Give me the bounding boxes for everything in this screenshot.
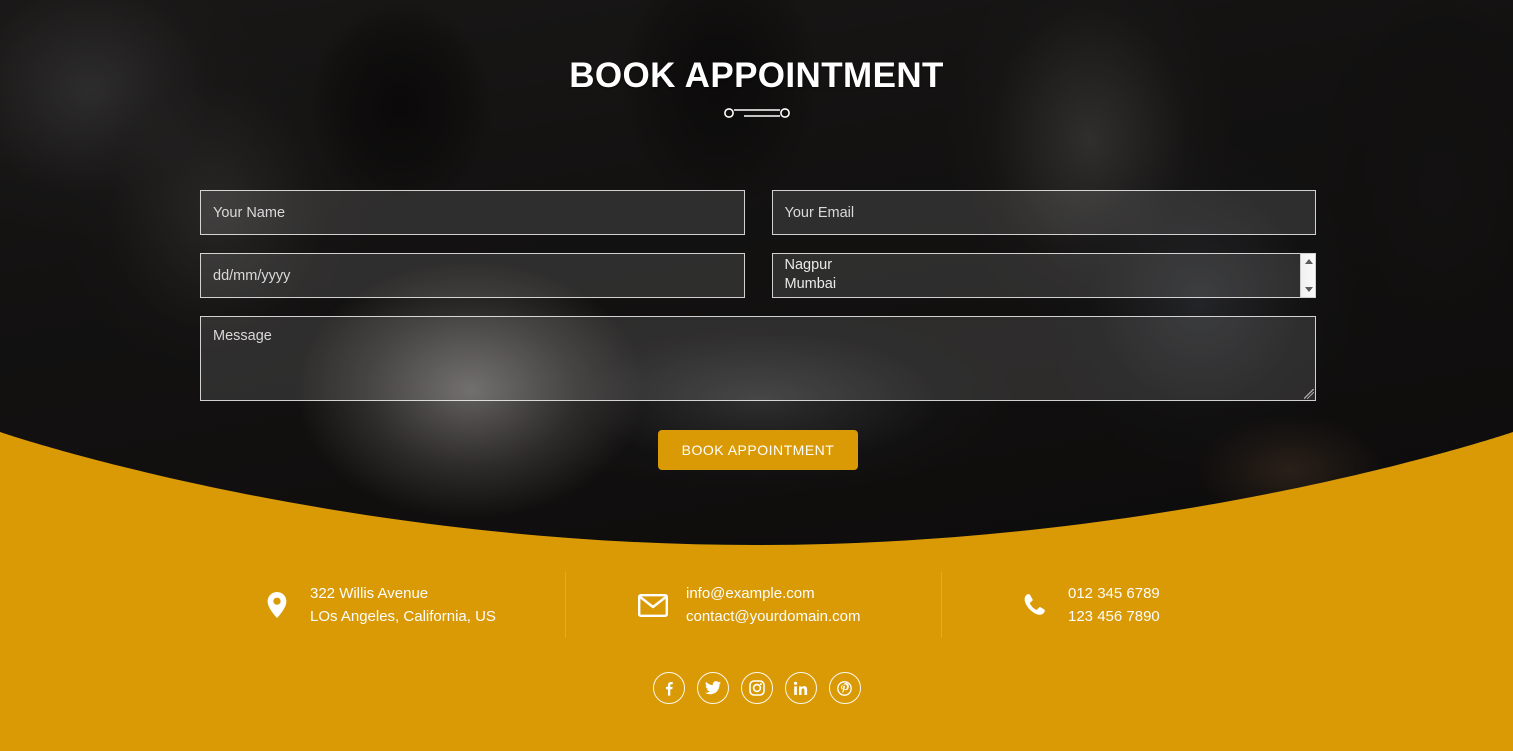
contact-phone-lines: 012 345 6789 123 456 7890	[1068, 582, 1160, 628]
city-option-mumbai[interactable]: Mumbai	[785, 275, 1302, 294]
facebook-icon	[666, 681, 673, 696]
date-input[interactable]	[200, 253, 745, 298]
social-link-facebook[interactable]	[652, 672, 685, 704]
message-textarea[interactable]	[200, 316, 1316, 401]
form-row-2: Nagpur Mumbai	[200, 253, 1316, 298]
map-pin-icon	[262, 591, 292, 619]
footer: 322 Willis Avenue LOs Angeles, Californi…	[0, 540, 1513, 751]
scroll-down-arrow-icon[interactable]	[1301, 282, 1315, 297]
city-select-scrollbar[interactable]	[1300, 254, 1315, 297]
email-line-2[interactable]: contact@yourdomain.com	[686, 605, 860, 628]
social-link-twitter[interactable]	[696, 672, 729, 704]
name-input[interactable]	[200, 190, 745, 235]
address-line-2: LOs Angeles, California, US	[310, 608, 496, 625]
email-line-1[interactable]: info@example.com	[686, 582, 860, 605]
book-appointment-button[interactable]: BOOK APPOINTMENT	[657, 430, 859, 470]
contact-phone-block: 012 345 6789 123 456 7890	[941, 572, 1323, 638]
submit-row: BOOK APPOINTMENT	[200, 430, 1316, 470]
social-link-linkedin[interactable]	[784, 672, 817, 704]
linkedin-icon	[793, 681, 808, 695]
title-ornament	[0, 104, 1513, 122]
scroll-up-arrow-icon[interactable]	[1301, 254, 1315, 269]
instagram-icon	[748, 680, 765, 696]
address-line-1: 322 Willis Avenue	[310, 585, 429, 602]
email-input[interactable]	[771, 190, 1316, 235]
city-option-nagpur[interactable]: Nagpur	[785, 256, 1302, 275]
divider-ornament-icon	[723, 108, 790, 118]
contact-info-row: 322 Willis Avenue LOs Angeles, Californi…	[190, 572, 1323, 638]
phone-icon	[1020, 592, 1050, 618]
name-field-wrapper	[200, 190, 745, 235]
contact-email-lines: info@example.com contact@yourdomain.com	[686, 582, 860, 628]
contact-address-lines: 322 Willis Avenue LOs Angeles, Californi…	[310, 582, 496, 628]
city-select[interactable]: Nagpur Mumbai	[771, 253, 1316, 298]
phone-line-1[interactable]: 012 345 6789	[1068, 582, 1160, 605]
social-links-row	[0, 672, 1513, 704]
email-field-wrapper	[771, 190, 1316, 235]
social-link-instagram[interactable]	[740, 672, 773, 704]
message-field-wrapper	[200, 316, 1316, 401]
envelope-icon	[638, 593, 668, 617]
phone-line-2[interactable]: 123 456 7890	[1068, 605, 1160, 628]
contact-email-block: info@example.com contact@yourdomain.com	[565, 572, 941, 638]
contact-address-block: 322 Willis Avenue LOs Angeles, Californi…	[190, 572, 565, 638]
appointment-form: Nagpur Mumbai BOOK APPOINTMENT	[200, 190, 1316, 470]
pinterest-icon	[837, 680, 852, 696]
page-title: BOOK APPOINTMENT	[569, 56, 944, 95]
form-row-1	[200, 190, 1316, 235]
social-link-pinterest[interactable]	[828, 672, 861, 704]
twitter-icon	[704, 681, 721, 695]
appointment-page: BOOK APPOINTMENT Your Name Your Email dd…	[0, 0, 1513, 751]
city-option-list: Nagpur Mumbai	[773, 254, 1302, 294]
date-field-wrapper	[200, 253, 745, 298]
